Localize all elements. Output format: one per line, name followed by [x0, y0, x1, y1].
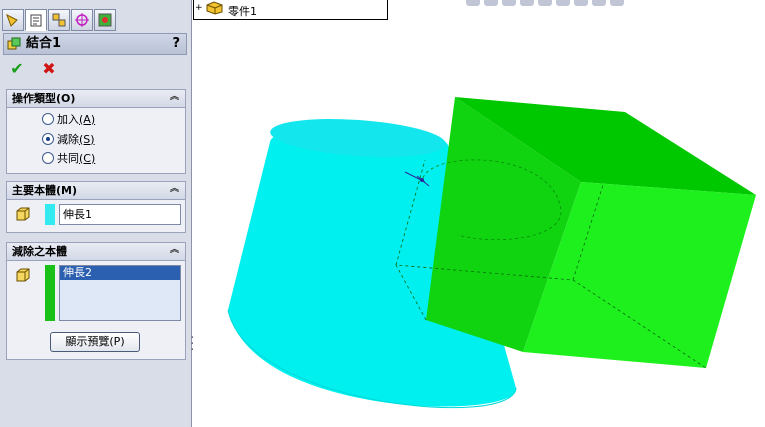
display-style-icon[interactable]	[556, 0, 570, 6]
tree-expand-icon[interactable]: +	[195, 4, 203, 13]
heads-up-view-toolbar	[466, 0, 624, 8]
main-body-group: 主要本體(M) ︽ 伸長1	[6, 181, 186, 233]
radio-subtract-label: 減除	[57, 133, 79, 146]
main-body-color-swatch	[45, 204, 55, 225]
previous-view-icon[interactable]	[502, 0, 516, 6]
subtract-body-color-swatch	[45, 265, 55, 321]
subtract-bodies-title: 減除之本體	[12, 245, 67, 258]
tab-dimxpert[interactable]	[71, 9, 93, 31]
solid-body-icon	[16, 207, 30, 221]
view-orientation-icon[interactable]	[538, 0, 552, 6]
section-view-icon[interactable]	[520, 0, 534, 6]
hide-show-items-icon[interactable]	[574, 0, 588, 6]
model-viewport[interactable]	[193, 0, 765, 427]
subtract-bodies-group: 減除之本體 ︽ 伸長2 顯示預覽(P)	[6, 242, 186, 360]
subtract-bodies-header[interactable]: 減除之本體 ︽	[7, 243, 185, 261]
subtract-bodies-list[interactable]: 伸長2	[59, 265, 181, 321]
zoom-to-fit-icon[interactable]	[466, 0, 480, 6]
main-body-item[interactable]: 伸長1	[60, 205, 180, 224]
radio-button[interactable]	[42, 152, 54, 164]
operation-type-group: 操作類型(O) ︽ 加入 (A) 減除 (S) 共同 (C)	[6, 89, 186, 174]
radio-subtract-key: (S)	[79, 132, 95, 146]
property-manager-icon	[30, 14, 42, 27]
radio-common[interactable]: 共同 (C)	[42, 150, 95, 166]
main-body-selection-box[interactable]: 伸長1	[59, 204, 181, 225]
solid-body-icon	[16, 268, 30, 282]
tab-property-manager[interactable]	[25, 9, 47, 31]
main-body-header[interactable]: 主要本體(M) ︽	[7, 182, 185, 200]
operation-type-header[interactable]: 操作類型(O) ︽	[7, 90, 185, 108]
collapse-icon[interactable]: ︽	[168, 244, 181, 257]
display-manager-icon	[98, 13, 112, 27]
tab-configuration-manager[interactable]	[48, 9, 70, 31]
dimxpert-icon	[75, 13, 89, 27]
edit-appearance-icon[interactable]	[592, 0, 606, 6]
feature-title-bar: 結合1 ?	[3, 33, 187, 55]
cancel-button[interactable]: ✖	[40, 60, 58, 78]
show-preview-button[interactable]: 顯示預覽(P)	[50, 332, 140, 352]
radio-button-selected[interactable]	[42, 133, 54, 145]
radio-common-label: 共同	[57, 152, 79, 165]
configuration-manager-icon	[52, 13, 66, 27]
manager-tabs	[2, 9, 117, 31]
radio-add-label: 加入	[57, 113, 79, 126]
combine-feature-icon	[7, 37, 21, 50]
feature-title: 結合1	[26, 36, 62, 51]
zoom-area-icon[interactable]	[484, 0, 498, 6]
ok-button[interactable]: ✔	[8, 60, 26, 78]
radio-add-key: (A)	[79, 112, 96, 126]
box-body[interactable]	[395, 97, 756, 369]
main-body-title: 主要本體(M)	[12, 184, 78, 197]
operation-type-title: 操作類型(O)	[12, 92, 76, 105]
part-icon	[206, 1, 223, 15]
radio-subtract[interactable]: 減除 (S)	[42, 131, 95, 147]
tab-display-manager[interactable]	[94, 9, 116, 31]
ok-cancel-row: ✔ ✖	[8, 60, 58, 80]
part-label[interactable]: 零件1	[228, 3, 257, 19]
property-manager-panel: 結合1 ? ✔ ✖ 操作類型(O) ︽ 加入 (A) 減除 (S) 共同 (C)	[0, 0, 192, 427]
collapse-icon[interactable]: ︽	[168, 183, 181, 196]
feature-tree-flyout: + 零件1	[193, 0, 388, 20]
help-button[interactable]: ?	[172, 34, 180, 54]
radio-button[interactable]	[42, 113, 54, 125]
subtract-body-item[interactable]: 伸長2	[60, 266, 180, 280]
apply-scene-icon[interactable]	[610, 0, 624, 6]
collapse-icon[interactable]: ︽	[168, 91, 181, 104]
radio-common-key: (C)	[79, 151, 96, 165]
tab-feature-manager[interactable]	[2, 9, 24, 31]
feature-manager-icon	[6, 13, 18, 27]
radio-add[interactable]: 加入 (A)	[42, 111, 95, 127]
